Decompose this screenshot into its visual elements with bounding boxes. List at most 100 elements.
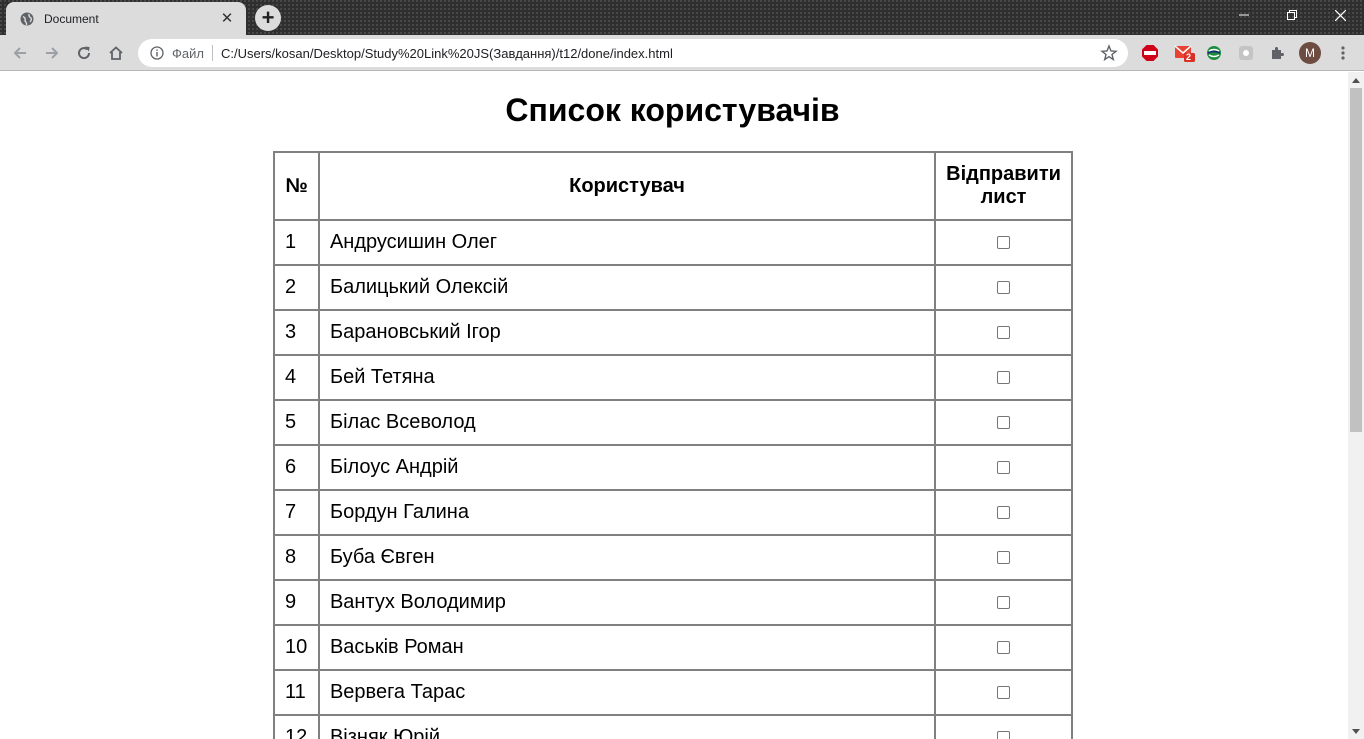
close-icon (1334, 9, 1346, 21)
send-mail-cell (934, 624, 1073, 671)
user-name: Візняк Юрій (317, 714, 937, 739)
chrome-menu-button[interactable] (1333, 43, 1353, 63)
user-name: Васьків Роман (317, 624, 937, 671)
table-row: 8 Буба Євген (273, 534, 1073, 581)
minimize-button[interactable] (1220, 0, 1268, 30)
row-number: 3 (273, 309, 320, 356)
back-button[interactable] (8, 41, 32, 65)
send-mail-checkbox[interactable] (997, 281, 1011, 295)
page-title: Список користувачів (505, 92, 840, 128)
send-mail-cell (934, 399, 1073, 446)
gray-extension-icon[interactable] (1236, 43, 1256, 63)
table-row: 12 Візняк Юрій (273, 714, 1073, 739)
browser-toolbar: Файл C:/Users/kosan/Desktop/Study%20Link… (0, 35, 1364, 71)
omnibox-divider (211, 45, 213, 61)
green-circle-icon (1207, 46, 1221, 60)
tab-document[interactable]: Document ✕ (6, 2, 246, 35)
new-tab-button[interactable]: + (255, 5, 281, 31)
user-name: Вервега Тарас (317, 669, 937, 716)
row-number: 10 (273, 624, 320, 671)
url-text[interactable]: C:/Users/kosan/Desktop/Study%20Link%20JS… (221, 46, 1100, 61)
row-number: 4 (273, 354, 320, 401)
send-mail-checkbox[interactable] (997, 236, 1011, 250)
table-body: 1 Андрусишин Олег 2 Балицький Олексій 3 Баран… (273, 219, 1073, 739)
table-header-row: № Користувач Відправити лист (273, 151, 1073, 221)
send-mail-checkbox[interactable] (997, 326, 1011, 340)
scroll-thumb[interactable] (1350, 88, 1362, 432)
send-mail-checkbox[interactable] (997, 686, 1011, 700)
send-mail-checkbox[interactable] (997, 371, 1011, 385)
send-mail-cell (934, 669, 1073, 716)
header-send: Відправити лист (934, 151, 1073, 221)
table-row: 7 Бордун Галина (273, 489, 1073, 536)
user-name: Бордун Галина (317, 489, 937, 536)
scroll-up-button[interactable] (1348, 72, 1364, 88)
back-arrow-icon (13, 47, 26, 59)
restore-icon (1287, 10, 1297, 20)
table-row: 10 Васьків Роман (273, 624, 1073, 671)
bookmark-star-icon[interactable] (1100, 44, 1118, 62)
header-user: Користувач (317, 151, 937, 221)
row-number: 12 (273, 714, 320, 739)
minimize-icon (1239, 14, 1249, 16)
table-row: 2 Балицький Олексій (273, 264, 1073, 311)
mail-icon (1174, 45, 1195, 62)
forward-arrow-icon (46, 47, 59, 59)
table-row: 11 Вервега Тарас (273, 669, 1073, 716)
tab-close-button[interactable]: ✕ (218, 10, 236, 28)
close-window-button[interactable] (1316, 0, 1364, 30)
record-icon (1239, 46, 1253, 60)
scroll-up-arrow-icon (1352, 77, 1360, 83)
home-button[interactable] (104, 41, 128, 65)
vertical-scrollbar[interactable] (1348, 72, 1364, 739)
send-mail-cell (934, 489, 1073, 536)
adblock-icon (1142, 45, 1158, 61)
row-number: 6 (273, 444, 320, 491)
send-mail-cell (934, 354, 1073, 401)
forward-button[interactable] (40, 41, 64, 65)
send-mail-checkbox[interactable] (997, 731, 1011, 739)
send-mail-cell (934, 534, 1073, 581)
user-name: Балицький Олексій (317, 264, 937, 311)
table-row: 1 Андрусишин Олег (273, 219, 1073, 266)
mail-checker-extension-icon[interactable]: 2 (1173, 43, 1197, 63)
table-row: 5 Білас Всеволод (273, 399, 1073, 446)
row-number: 7 (273, 489, 320, 536)
send-mail-checkbox[interactable] (997, 416, 1011, 430)
send-mail-cell (934, 264, 1073, 311)
restore-button[interactable] (1268, 0, 1316, 30)
user-name: Буба Євген (317, 534, 937, 581)
reload-button[interactable] (72, 41, 96, 65)
header-number: № (273, 151, 320, 221)
row-number: 9 (273, 579, 320, 626)
send-mail-cell (934, 219, 1073, 266)
send-mail-cell (934, 444, 1073, 491)
user-name: Білоус Андрій (317, 444, 937, 491)
profile-avatar[interactable]: M (1299, 42, 1321, 64)
table-row: 3 Барановський Ігор (273, 309, 1073, 356)
row-number: 1 (273, 219, 320, 266)
reload-icon (78, 46, 91, 60)
window-controls (1220, 0, 1364, 30)
globe-icon (20, 12, 34, 25)
send-mail-checkbox[interactable] (997, 551, 1011, 565)
extensions-menu-button[interactable] (1268, 43, 1288, 63)
table-row: 6 Білоус Андрій (273, 444, 1073, 491)
mail-badge: 2 (1186, 52, 1192, 62)
green-extension-icon[interactable] (1204, 43, 1224, 63)
tab-title: Document (44, 11, 99, 26)
send-mail-cell (934, 714, 1073, 739)
address-bar[interactable]: Файл C:/Users/kosan/Desktop/Study%20Link… (138, 39, 1128, 67)
user-name: Андрусишин Олег (317, 219, 937, 266)
send-mail-checkbox[interactable] (997, 641, 1011, 655)
row-number: 8 (273, 534, 320, 581)
scroll-down-button[interactable] (1348, 723, 1364, 739)
send-mail-checkbox[interactable] (997, 506, 1011, 520)
send-mail-checkbox[interactable] (997, 461, 1011, 475)
file-scheme-label: Файл (172, 45, 204, 61)
info-icon[interactable] (150, 46, 164, 60)
adblock-extension-icon[interactable] (1140, 43, 1160, 63)
send-mail-checkbox[interactable] (997, 596, 1011, 610)
table-row: 4 Бей Тетяна (273, 354, 1073, 401)
row-number: 5 (273, 399, 320, 446)
